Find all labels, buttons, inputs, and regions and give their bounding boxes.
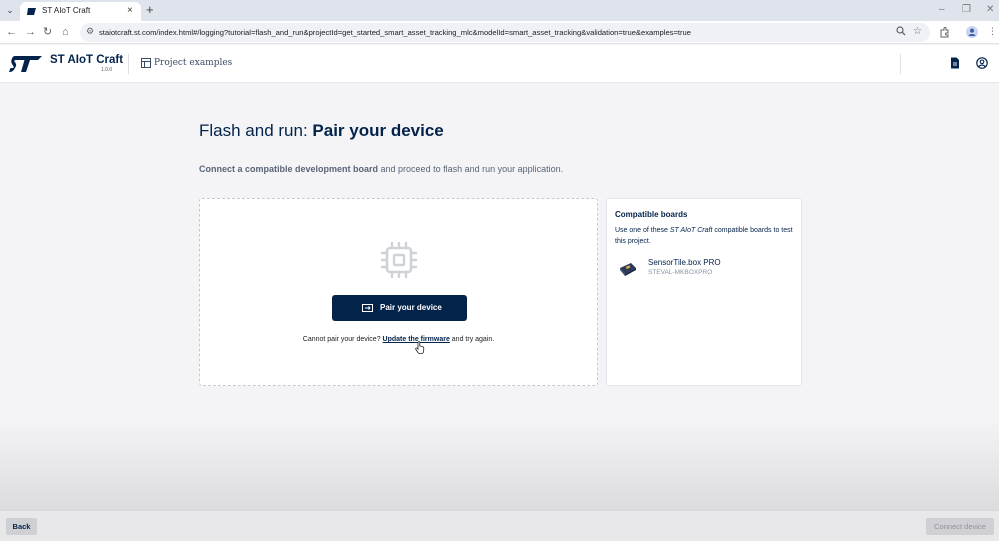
chip-icon	[380, 241, 418, 279]
sensortile-board-icon	[620, 263, 636, 276]
pair-device-button[interactable]: Pair your device	[332, 295, 467, 321]
usb-connect-icon	[362, 304, 373, 312]
compatible-boards-card: Compatible boards Use one of these ST AI…	[606, 198, 802, 386]
browser-tab-bar: ⌄ ST AIoT Craft × + – ❐ ✕	[0, 0, 999, 21]
browser-toolbar: ← → ↻ ⌂ ⚙ staiotcraft.st.com/index.html#…	[0, 21, 999, 44]
header-divider	[900, 54, 901, 74]
board-code: STEVAL-MKBOXPRO	[648, 269, 713, 276]
app-version: 1.0.0	[101, 67, 113, 73]
boards-desc-prefix: Use one of these	[615, 227, 670, 234]
brand-name[interactable]: ST AIoT Craft	[50, 54, 123, 66]
profile-avatar-icon[interactable]	[966, 26, 978, 38]
bookmark-star-icon[interactable]: ☆	[913, 26, 922, 37]
back-nav-icon[interactable]: ←	[6, 25, 17, 39]
tab-title: ST AIoT Craft	[42, 6, 91, 15]
document-icon[interactable]	[949, 57, 961, 69]
extensions-icon[interactable]	[939, 27, 950, 38]
pair-device-button-label: Pair your device	[380, 303, 442, 312]
browser-menu-icon[interactable]: ⋮	[988, 26, 997, 37]
bottom-fade	[0, 420, 999, 510]
subtitle-bold: Connect a compatible development board	[199, 164, 379, 174]
page-title: Flash and run: Pair your device	[199, 121, 444, 141]
account-icon[interactable]	[976, 57, 988, 69]
browser-tab[interactable]: ST AIoT Craft ×	[20, 2, 141, 21]
page-subtitle: Connect a compatible development board a…	[199, 164, 563, 174]
reload-icon[interactable]: ↻	[43, 25, 52, 39]
help-prefix: Cannot pair your device?	[302, 336, 383, 343]
connect-device-button[interactable]: Connect device	[926, 518, 994, 535]
address-bar[interactable]: ⚙ staiotcraft.st.com/index.html#/logging…	[80, 23, 930, 42]
minimize-icon[interactable]: –	[939, 3, 945, 17]
new-tab-button[interactable]: +	[146, 2, 154, 18]
back-button[interactable]: Back	[6, 518, 37, 535]
board-name: SensorTile.box PRO	[648, 258, 721, 267]
boards-desc-brand: ST AIoT Craft	[669, 227, 713, 234]
st-logo-icon[interactable]	[9, 55, 43, 73]
app-header: ST AIoT Craft 1.0.0 Project examples	[0, 45, 999, 83]
zoom-icon[interactable]	[896, 26, 906, 36]
page-title-emphasis: Pair your device	[312, 121, 444, 140]
compatible-boards-title: Compatible boards	[615, 210, 688, 219]
page-title-prefix: Flash and run:	[199, 121, 313, 140]
footer-bar: Back Connect device	[0, 510, 999, 541]
firmware-help-text: Cannot pair your device? Update the firm…	[200, 336, 597, 343]
address-url[interactable]: staiotcraft.st.com/index.html#/logging?t…	[99, 28, 691, 37]
project-examples-icon[interactable]	[141, 58, 151, 68]
home-icon[interactable]: ⌂	[62, 25, 69, 39]
site-info-icon[interactable]: ⚙	[86, 26, 94, 37]
forward-nav-icon[interactable]: →	[25, 25, 36, 39]
tab-close-icon[interactable]: ×	[127, 5, 133, 17]
help-suffix: and try again.	[449, 336, 495, 343]
subtitle-rest: and proceed to flash and run your applic…	[378, 164, 564, 174]
hand-cursor-icon	[415, 341, 425, 354]
window-close-icon[interactable]: ✕	[986, 3, 994, 17]
header-divider	[128, 54, 129, 74]
st-favicon-icon	[27, 8, 36, 15]
pair-device-card: Pair your device Cannot pair your device…	[199, 198, 598, 386]
project-examples-link[interactable]: Project examples	[154, 58, 232, 68]
compatible-boards-description: Use one of these ST AIoT Craft compatibl…	[615, 225, 795, 247]
restore-icon[interactable]: ❐	[962, 3, 971, 17]
tab-search-icon[interactable]: ⌄	[3, 3, 17, 17]
